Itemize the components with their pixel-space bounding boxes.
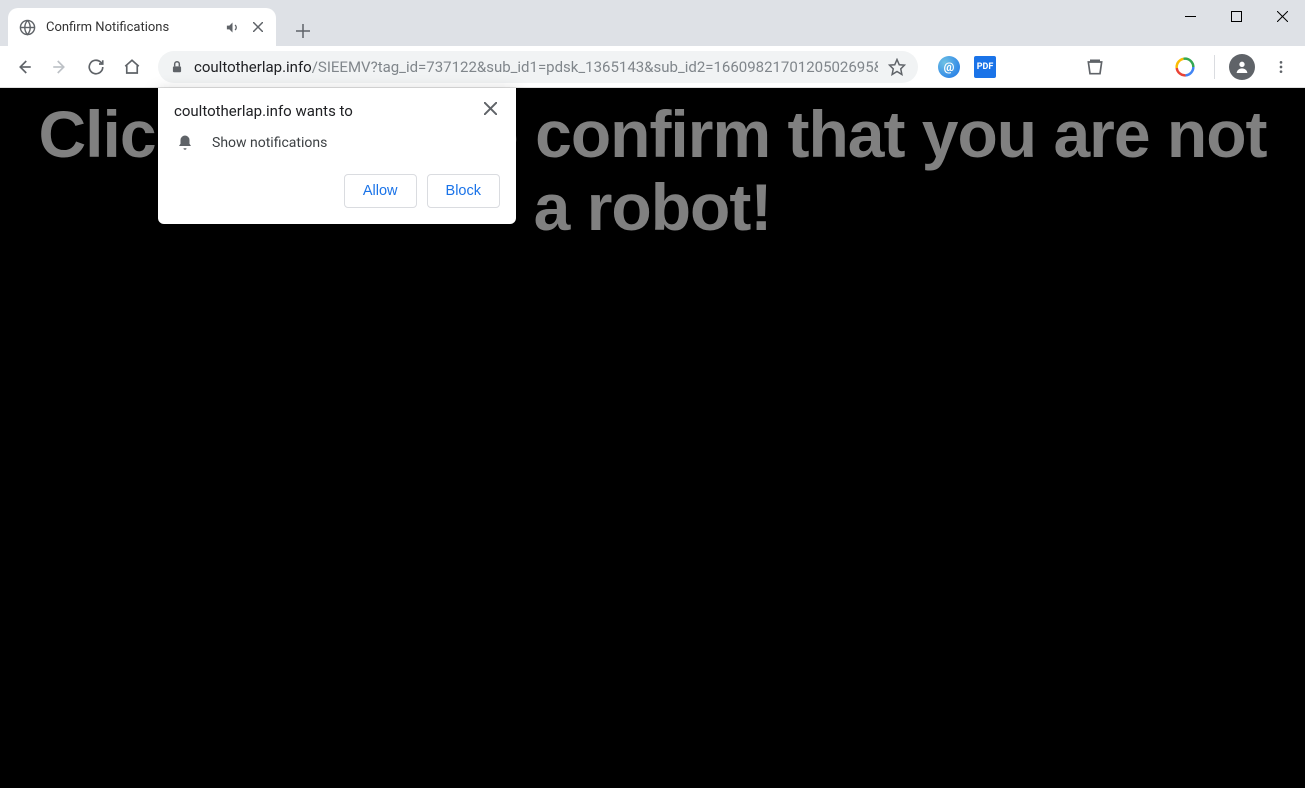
extensions-spacer	[1010, 56, 1070, 78]
close-tab-icon[interactable]	[250, 19, 266, 35]
url-domain: coultotherlap.info	[194, 58, 312, 76]
extension-colorful-icon[interactable]	[1174, 56, 1196, 78]
browser-toolbar: coultotherlap.info/SIEEMV?tag_id=737122&…	[0, 46, 1305, 88]
globe-icon	[18, 18, 36, 36]
notification-permission-popup: coultotherlap.info wants to Show notific…	[158, 88, 516, 224]
window-maximize-button[interactable]	[1213, 0, 1259, 32]
window-controls	[1167, 0, 1305, 32]
tab-title: Confirm Notifications	[46, 20, 214, 35]
extensions-area: @ PDF	[928, 56, 1206, 78]
back-button[interactable]	[8, 51, 40, 83]
address-bar[interactable]: coultotherlap.info/SIEEMV?tag_id=737122&…	[158, 51, 918, 83]
lock-icon[interactable]	[170, 60, 184, 74]
profile-button[interactable]	[1229, 54, 1255, 80]
popup-title: coultotherlap.info wants to	[174, 102, 353, 120]
browser-menu-button[interactable]	[1265, 51, 1297, 83]
window-minimize-button[interactable]	[1167, 0, 1213, 32]
extensions-spacer-2	[1120, 56, 1160, 78]
extension-mail-icon[interactable]: @	[938, 56, 960, 78]
popup-message: Show notifications	[212, 135, 327, 151]
forward-button[interactable]	[44, 51, 76, 83]
window-close-button[interactable]	[1259, 0, 1305, 32]
bookmark-star-icon[interactable]	[888, 58, 906, 76]
allow-button[interactable]: Allow	[344, 174, 417, 208]
bell-icon	[176, 134, 194, 152]
new-tab-button[interactable]	[288, 16, 318, 46]
home-button[interactable]	[116, 51, 148, 83]
reload-button[interactable]	[80, 51, 112, 83]
toolbar-divider	[1214, 55, 1215, 79]
url-path: /SIEEMV?tag_id=737122&sub_id1=pdsk_13651…	[312, 58, 878, 76]
extension-pdf-icon[interactable]: PDF	[974, 56, 996, 78]
block-button[interactable]: Block	[427, 174, 500, 208]
tab-strip: Confirm Notifications	[0, 0, 1305, 46]
url-text: coultotherlap.info/SIEEMV?tag_id=737122&…	[194, 58, 878, 76]
audio-icon[interactable]	[224, 19, 240, 35]
extension-media-icon[interactable]	[1084, 56, 1106, 78]
browser-tab[interactable]: Confirm Notifications	[8, 8, 276, 46]
close-icon[interactable]	[480, 98, 500, 118]
